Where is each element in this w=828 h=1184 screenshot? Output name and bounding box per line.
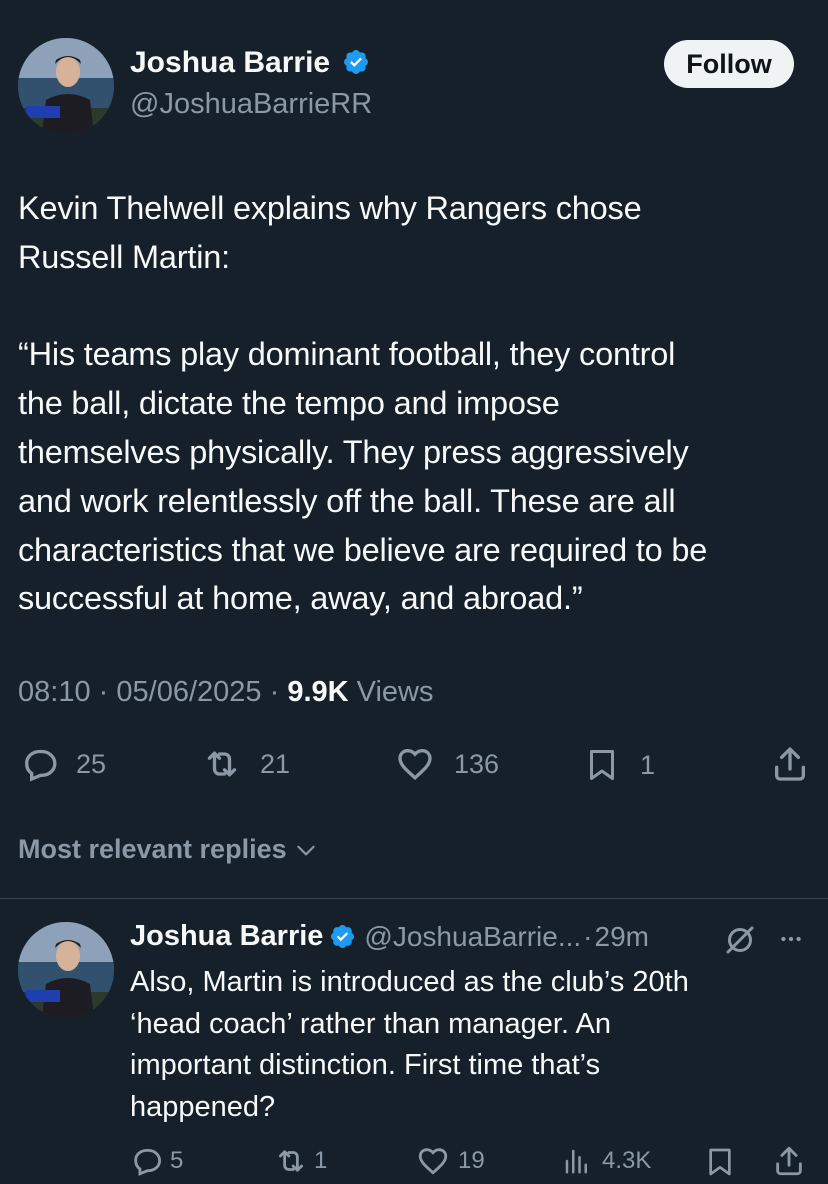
reply-text: Also, Martin is introduced as the club’s…: [130, 966, 689, 1123]
author-name[interactable]: Joshua Barrie: [130, 46, 370, 80]
follow-button[interactable]: Follow: [664, 40, 794, 88]
reply-share-button[interactable]: [772, 1144, 806, 1178]
avatar-photo: [18, 38, 114, 134]
reply-author-handle[interactable]: @JoshuaBarrie...: [364, 921, 581, 953]
share-icon: [776, 1146, 802, 1176]
reply-count: 25: [76, 748, 107, 779]
reply-like-button[interactable]: 19: [416, 1144, 485, 1178]
views-count: 9.9K: [287, 676, 349, 708]
views-label: Views: [356, 676, 434, 708]
reply-views-button[interactable]: 4.3K: [562, 1144, 651, 1178]
reply-time[interactable]: 29m: [595, 921, 649, 953]
tweet-text: Kevin Thelwell explains why Rangers chos…: [18, 190, 708, 617]
reply-views-count: 4.3K: [602, 1147, 652, 1174]
reply-like-count: 19: [458, 1147, 485, 1174]
repost-count: 21: [260, 748, 291, 779]
avatar-photo: [18, 922, 114, 1018]
reply-icon: [24, 749, 57, 782]
divider: [0, 898, 828, 899]
reply-meta-separator: ·: [583, 920, 593, 952]
reply-bookmark-button[interactable]: [704, 1144, 736, 1180]
like-count: 136: [454, 748, 500, 779]
reply-icon: [134, 1148, 162, 1176]
share-button[interactable]: [770, 744, 810, 784]
repost-icon: [278, 1150, 304, 1172]
reply-repost-button[interactable]: 1: [272, 1144, 327, 1178]
author-avatar[interactable]: [18, 38, 114, 134]
bookmark-button[interactable]: 1: [584, 744, 655, 786]
verified-badge-icon: [344, 50, 369, 75]
heart-icon: [418, 1148, 448, 1175]
tweet-meta: 08:10 · 05/06/2025 · 9.9K Views: [18, 676, 434, 709]
replies-sort-dropdown[interactable]: Most relevant replies: [18, 834, 319, 865]
author-handle[interactable]: @JoshuaBarrieRR: [130, 88, 372, 121]
reply-header: Joshua Barrie @JoshuaBarrie... · 29m: [130, 920, 649, 953]
like-button[interactable]: 136: [394, 744, 499, 784]
grok-icon[interactable]: [722, 922, 758, 963]
author-name-text[interactable]: Joshua Barrie: [130, 46, 330, 79]
share-icon: [775, 747, 805, 781]
heart-icon: [398, 748, 432, 781]
reply-button[interactable]: 25: [20, 744, 106, 784]
chevron-down-icon: [296, 845, 315, 855]
tweet-date[interactable]: 05/06/2025: [116, 676, 261, 708]
reply-reply-button[interactable]: 5: [130, 1144, 183, 1178]
repost-button[interactable]: 21: [200, 744, 290, 784]
bookmark-icon: [709, 1148, 731, 1176]
more-options-icon[interactable]: [774, 926, 808, 957]
bookmark-icon: [590, 750, 614, 780]
repost-icon: [207, 751, 237, 777]
reply-reply-count: 5: [170, 1147, 184, 1174]
reply-repost-count: 1: [314, 1147, 328, 1174]
verified-badge-icon: [331, 924, 355, 949]
reply-author-avatar[interactable]: [18, 922, 114, 1018]
replies-sort-label: Most relevant replies: [18, 834, 287, 864]
reply-author-name[interactable]: Joshua Barrie: [130, 920, 323, 953]
bookmark-count: 1: [640, 749, 656, 780]
tweet-time[interactable]: 08:10: [18, 676, 91, 708]
meta-separator: ·: [98, 676, 109, 708]
meta-separator: ·: [269, 676, 280, 708]
analytics-icon: [565, 1149, 587, 1174]
